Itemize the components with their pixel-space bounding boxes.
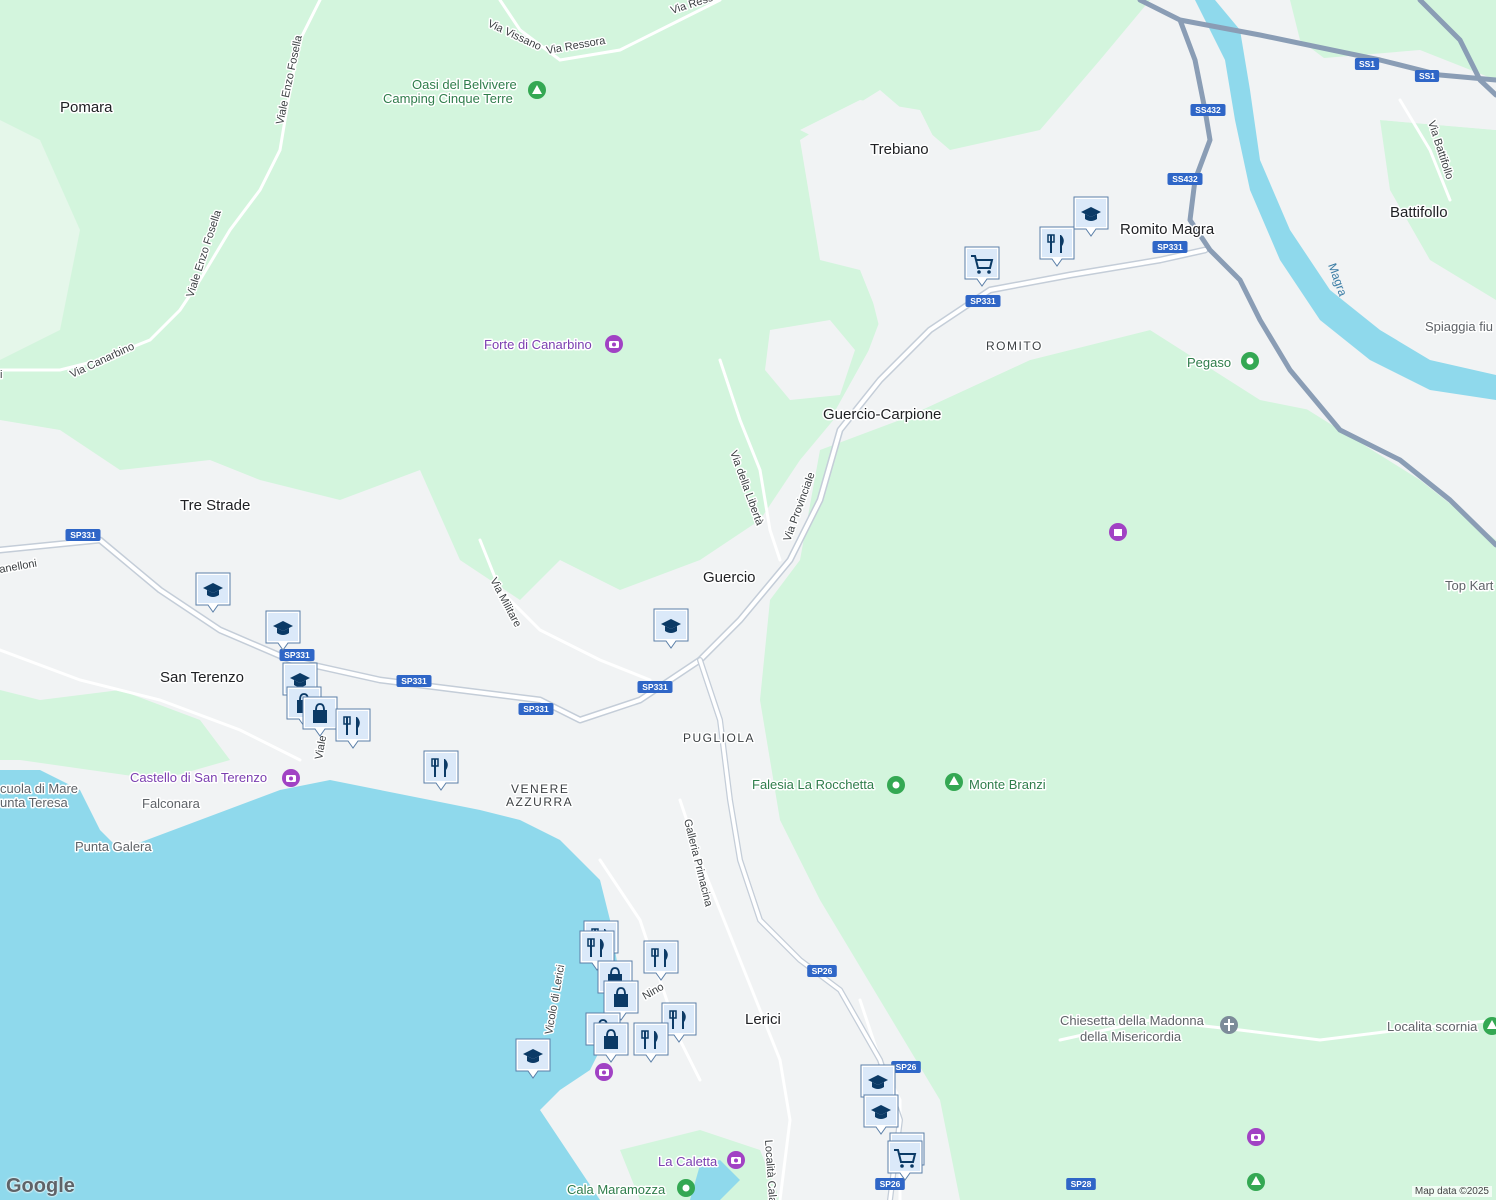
label-guercio: Guercio: [703, 569, 756, 586]
road-shield-sp28: SP28: [1066, 1178, 1096, 1190]
label-forte: Forte di Canarbino: [484, 337, 592, 352]
camping-icon[interactable]: [528, 81, 546, 99]
label-chiesetta-line2: della Misericordia: [1080, 1029, 1182, 1044]
pegaso-pin-icon[interactable]: [1241, 352, 1259, 370]
camera-icon[interactable]: [605, 335, 623, 353]
label-punta-galera: Punta Galera: [75, 839, 152, 854]
label-san-terenzo: San Terenzo: [160, 669, 244, 686]
svg-text:SS1: SS1: [1359, 59, 1375, 69]
beach-pin-icon[interactable]: [677, 1179, 695, 1197]
road-shield-sp26: SP26: [807, 965, 837, 977]
label-falconara: Falconara: [142, 796, 201, 811]
svg-text:SP331: SP331: [523, 704, 549, 714]
svg-text:SP331: SP331: [970, 296, 996, 306]
map-canvas[interactable]: SS1 SS1 SS432 SS432 SP331 SP331 SP331 SP331 SP33…: [0, 0, 1496, 1200]
label-pegaso: Pegaso: [1187, 355, 1231, 370]
label-pugliola: PUGLIOLA: [683, 731, 755, 745]
label-oasi-1: Oasi del Belvivere: [412, 77, 517, 92]
label-pomara: Pomara: [60, 99, 113, 116]
label-chiesetta-line1: Chiesetta della Madonna: [1060, 1013, 1205, 1028]
road-shield-ss1: SS1: [1414, 70, 1440, 82]
label-top-kart: Top Kart: [1445, 578, 1494, 593]
label-lerici: Lerici: [745, 1011, 781, 1028]
label-romito-magra: Romito Magra: [1120, 221, 1215, 238]
svg-text:SP331: SP331: [70, 530, 96, 540]
road-shield-sp331: SP331: [65, 529, 101, 541]
svg-text:SP26: SP26: [880, 1179, 901, 1189]
label-tre-strade: Tre Strade: [180, 497, 250, 514]
camera-icon[interactable]: [727, 1151, 745, 1169]
road-shield-sp331: SP331: [965, 295, 1001, 307]
road-shield-ss1: SS1: [1354, 58, 1380, 70]
label-cala-maramozza: Cala Maramozza: [567, 1182, 666, 1197]
svg-text:SP26: SP26: [896, 1062, 917, 1072]
road-shield-sp26: SP26: [875, 1178, 905, 1190]
label-romito: ROMITO: [986, 339, 1043, 353]
camera-icon[interactable]: [1247, 1128, 1265, 1146]
road-shield-sp331: SP331: [1152, 241, 1188, 253]
road-shield-ss432: SS432: [1167, 173, 1203, 185]
tree-icon[interactable]: [1247, 1173, 1265, 1191]
label-guercio-carpione: Guercio-Carpione: [823, 406, 941, 423]
svg-text:SP26: SP26: [812, 966, 833, 976]
road-shield-ss432: SS432: [1190, 104, 1226, 116]
svg-text:SS432: SS432: [1172, 174, 1198, 184]
road-shield-sp331: SP331: [637, 681, 673, 693]
tree-icon[interactable]: [945, 773, 963, 791]
svg-text:SP331: SP331: [401, 676, 427, 686]
map-attribution[interactable]: Map data ©2025: [1411, 1186, 1492, 1197]
label-azzurra: AZZURRA: [506, 795, 573, 809]
church-icon[interactable]: [1220, 1016, 1238, 1034]
label-la-caletta: La Caletta: [658, 1154, 718, 1169]
google-logo: Google: [6, 1175, 75, 1197]
label-trebiano: Trebiano: [870, 141, 929, 158]
label-spiaggia: Spiaggia fiu: [1425, 319, 1493, 334]
label-punta-teresa: unta Teresa: [0, 795, 68, 810]
label-venere: VENERE: [511, 782, 569, 796]
label-monte-branzi: Monte Branzi: [969, 777, 1046, 792]
label-battifollo: Battifollo: [1390, 204, 1448, 221]
rock-climbing-pin-icon[interactable]: [887, 776, 905, 794]
camera-icon[interactable]: [282, 769, 300, 787]
label-falesia: Falesia La Rocchetta: [752, 777, 875, 792]
svg-text:SP331: SP331: [642, 682, 668, 692]
road-shield-sp331: SP331: [396, 675, 432, 687]
svg-text:SS432: SS432: [1195, 105, 1221, 115]
label-oasi-2: Camping Cinque Terre: [383, 91, 513, 106]
road-shield-sp26: SP26: [891, 1061, 921, 1073]
road-shield-sp331: SP331: [518, 703, 554, 715]
svg-text:SP28: SP28: [1071, 1179, 1092, 1189]
camera-icon[interactable]: [595, 1063, 613, 1081]
label-scuola-mare: cuola di Mare: [0, 781, 78, 796]
label-left-i: i: [0, 369, 2, 381]
label-castello: Castello di San Terenzo: [130, 770, 267, 785]
label-localita-scornia: Localita scornia: [1387, 1019, 1478, 1034]
svg-text:SP331: SP331: [284, 650, 310, 660]
svg-text:SP331: SP331: [1157, 242, 1183, 252]
road-shield-sp331: SP331: [279, 649, 315, 661]
svg-text:SS1: SS1: [1419, 71, 1435, 81]
museum-icon[interactable]: [1109, 523, 1127, 541]
